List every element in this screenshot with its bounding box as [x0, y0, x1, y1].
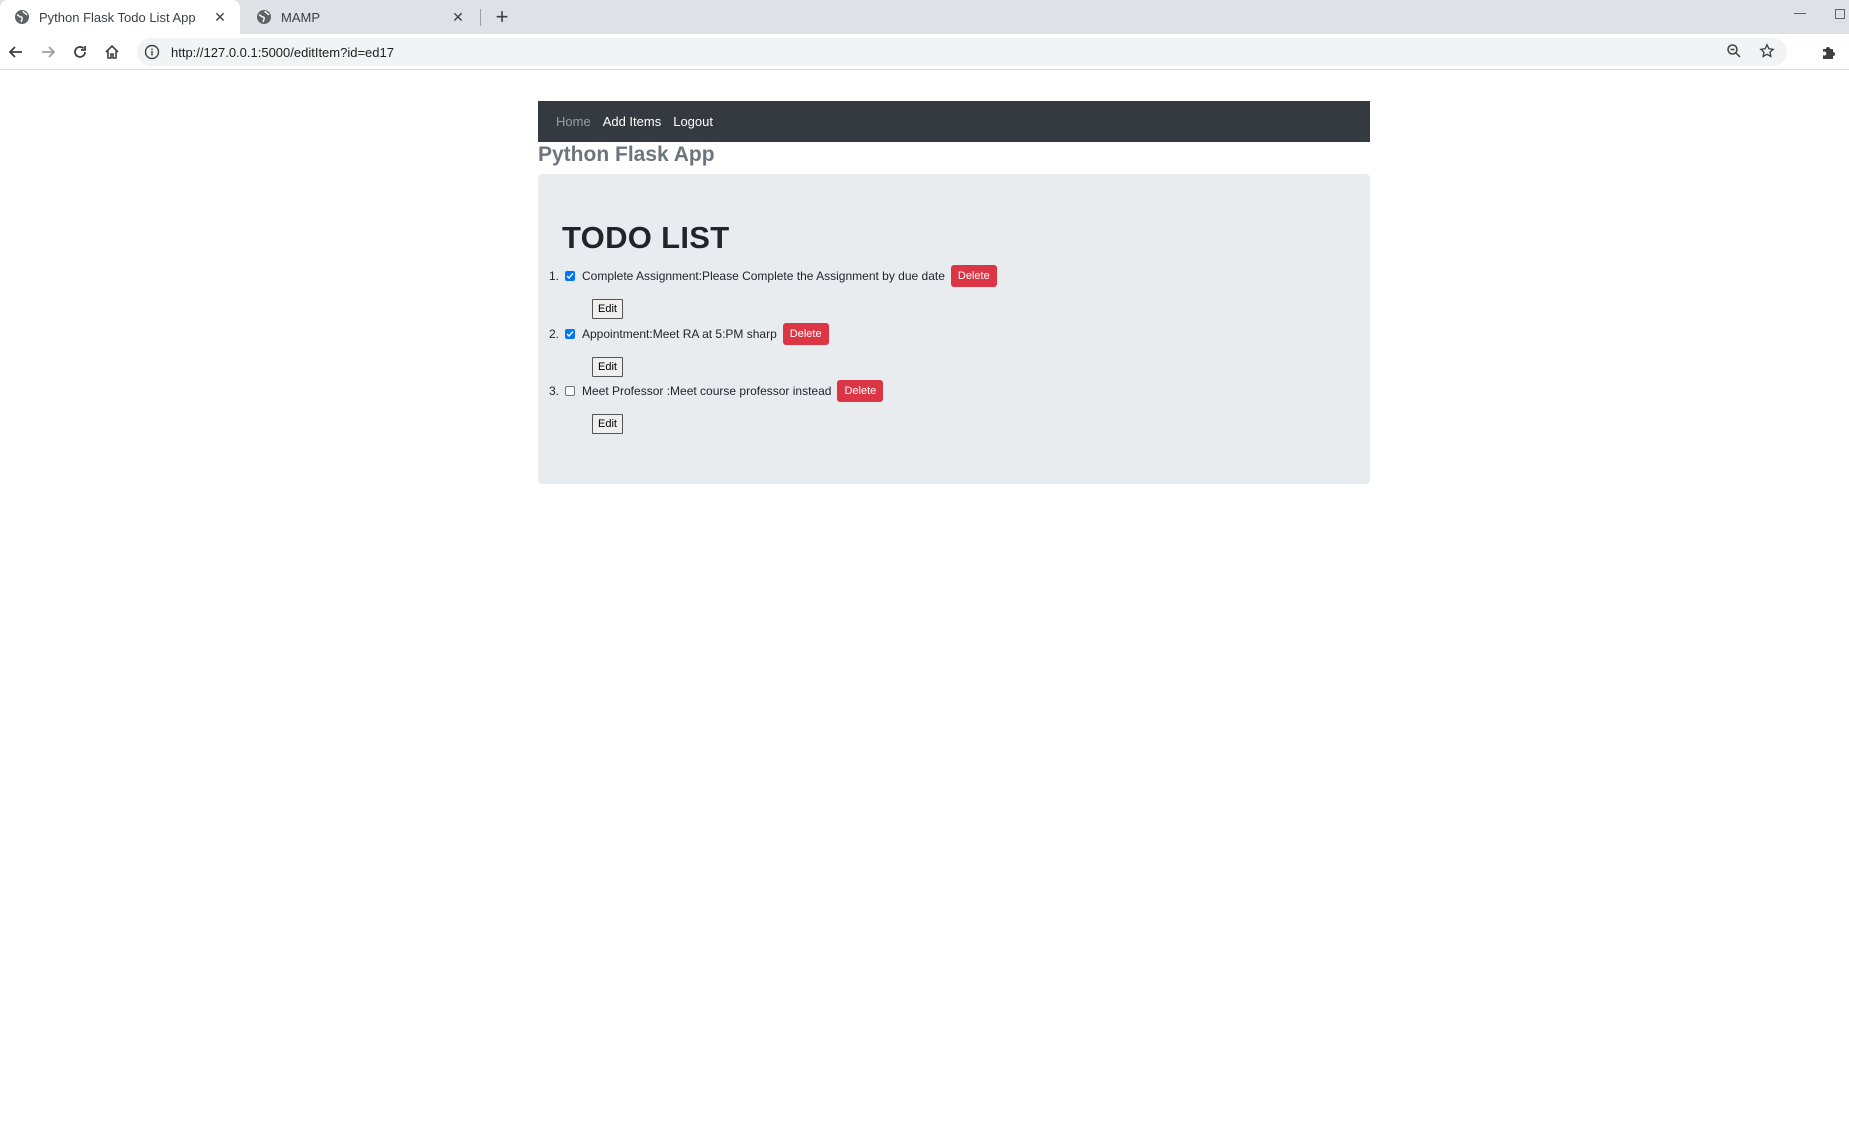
browser-tab-strip: Python Flask Todo List App ✕ MAMP ✕ + [0, 0, 1849, 34]
close-icon[interactable]: ✕ [450, 9, 466, 25]
todo-checkbox[interactable] [565, 328, 575, 339]
edit-button[interactable]: Edit [592, 299, 623, 319]
reload-icon[interactable] [70, 42, 90, 62]
item-number: 1. [549, 269, 560, 283]
app-brand-title: Python Flask App [538, 143, 715, 166]
todo-text: Meet Professor :Meet course professor in… [582, 384, 832, 398]
info-icon[interactable] [144, 44, 160, 60]
home-icon[interactable] [102, 42, 122, 62]
todo-panel: TODO LIST 1. Complete Assignment:Please … [538, 174, 1370, 484]
tab-mamp[interactable]: MAMP ✕ [242, 0, 478, 34]
edit-button[interactable]: Edit [592, 356, 623, 377]
item-number: 3. [549, 384, 560, 398]
nav-home-link[interactable]: Home [556, 114, 591, 129]
nav-add-items-link[interactable]: Add Items [603, 114, 662, 129]
minimize-icon[interactable] [1790, 6, 1810, 22]
todo-checkbox[interactable] [565, 271, 575, 281]
todo-item: 2. Appointment:Meet RA at 5:PM sharp Del… [538, 322, 1370, 380]
delete-button[interactable]: Delete [950, 265, 997, 287]
back-arrow-icon[interactable] [6, 42, 26, 62]
navbar: Home Add Items Logout [538, 101, 1370, 142]
globe-icon [14, 9, 30, 25]
edit-button[interactable]: Edit [592, 414, 623, 434]
todo-list: 1. Complete Assignment:Please Complete t… [538, 264, 1370, 437]
zoom-icon[interactable] [1726, 43, 1744, 61]
forward-arrow-icon[interactable] [38, 42, 58, 62]
address-bar[interactable]: http://127.0.0.1:5000/editItem?id=ed17 [137, 38, 1787, 66]
todo-heading: TODO LIST [562, 220, 730, 255]
tab-python-flask-todo[interactable]: Python Flask Todo List App ✕ [0, 0, 240, 34]
todo-text: Complete Assignment:Please Complete the … [582, 269, 945, 283]
item-number: 2. [549, 326, 560, 341]
todo-row: 3. Meet Professor :Meet course professor… [549, 379, 884, 403]
todo-checkbox[interactable] [565, 386, 575, 396]
tab-separator [480, 9, 481, 26]
star-icon[interactable] [1759, 43, 1777, 61]
close-icon[interactable]: ✕ [212, 9, 228, 25]
nav-logout-link[interactable]: Logout [673, 114, 713, 129]
delete-button[interactable]: Delete [837, 380, 884, 402]
maximize-icon[interactable] [1835, 6, 1849, 22]
tab-title: Python Flask Todo List App [39, 9, 196, 25]
todo-item: 3. Meet Professor :Meet course professor… [538, 379, 1370, 437]
todo-text: Appointment:Meet RA at 5:PM sharp [582, 326, 777, 341]
plus-icon[interactable]: + [490, 5, 514, 29]
browser-toolbar: http://127.0.0.1:5000/editItem?id=ed17 [0, 34, 1849, 70]
url-text: http://127.0.0.1:5000/editItem?id=ed17 [171, 44, 394, 60]
delete-button[interactable]: Delete [782, 322, 829, 345]
tab-title: MAMP [281, 9, 320, 25]
todo-item: 1. Complete Assignment:Please Complete t… [538, 264, 1370, 322]
extensions-puzzle-icon[interactable] [1818, 42, 1838, 62]
todo-row: 1. Complete Assignment:Please Complete t… [549, 264, 997, 288]
todo-row: 2. Appointment:Meet RA at 5:PM sharp Del… [549, 322, 829, 346]
globe-icon [256, 9, 272, 25]
